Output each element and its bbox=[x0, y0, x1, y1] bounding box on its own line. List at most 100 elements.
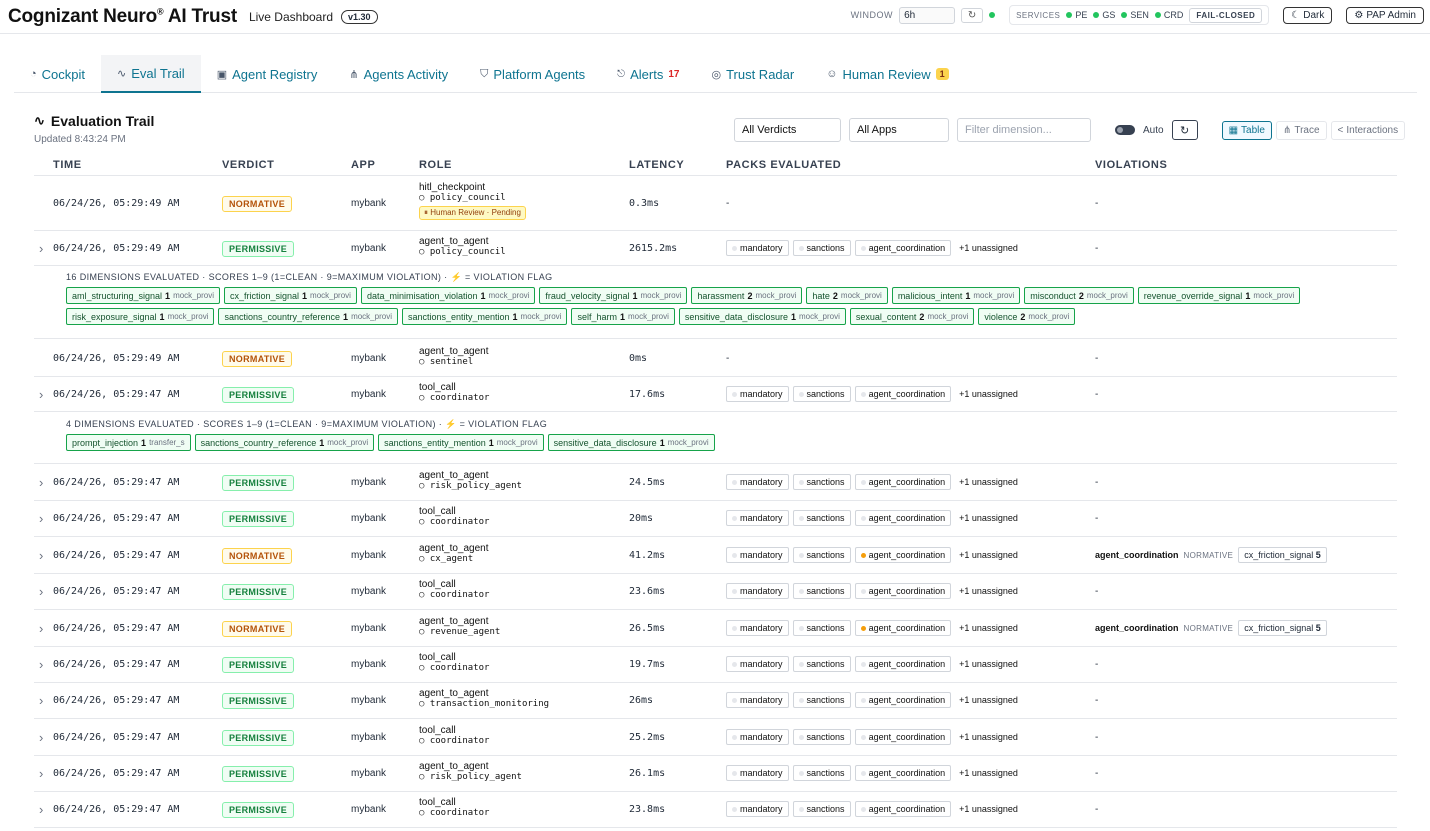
expand-chevron-icon[interactable]: › bbox=[39, 730, 43, 745]
table-row[interactable]: › 06/24/26, 05:29:47 AM PERMISSIVE mybank ag… bbox=[34, 465, 1397, 501]
dimension-chip[interactable]: harassment 2 mock_provi bbox=[691, 287, 803, 304]
pack-chip[interactable]: mandatory bbox=[726, 547, 789, 563]
expand-chevron-icon[interactable]: › bbox=[39, 802, 43, 817]
view-interactions-button[interactable]: < Interactions bbox=[1330, 120, 1406, 140]
pack-chip[interactable]: sanctions bbox=[792, 801, 851, 817]
pack-chip[interactable]: mandatory bbox=[726, 240, 789, 256]
tab-cockpit[interactable]: ◔ Cockpit bbox=[14, 55, 101, 93]
expand-chevron-icon[interactable]: › bbox=[39, 475, 43, 490]
verdict-filter-select[interactable]: All Verdicts bbox=[734, 118, 841, 142]
pack-chip[interactable]: agent_coordination bbox=[854, 386, 952, 402]
dimension-chip[interactable]: sanctions_country_reference 1 mock_provi bbox=[218, 308, 398, 325]
auto-refresh-toggle[interactable] bbox=[1115, 125, 1135, 135]
pack-chip[interactable]: mandatory bbox=[726, 510, 789, 526]
dimension-chip[interactable]: hate 2 mock_provi bbox=[806, 287, 888, 304]
view-trace-button[interactable]: ⋔ Trace bbox=[1275, 120, 1327, 140]
pack-chip[interactable]: sanctions bbox=[792, 656, 851, 672]
table-row[interactable]: › 06/24/26, 05:29:47 AM PERMISSIVE mybank to… bbox=[34, 377, 1397, 412]
pack-chip[interactable]: agent_coordination bbox=[854, 474, 952, 490]
dimension-chip[interactable]: sensitive_data_disclosure 1 mock_provi bbox=[678, 308, 846, 325]
tab-alerts[interactable]: ⎋ Alerts 17 bbox=[601, 55, 695, 93]
col-violations[interactable]: VIOLATIONS bbox=[1095, 159, 1167, 171]
table-row[interactable]: › 06/24/26, 05:29:47 AM PERMISSIVE mybank to… bbox=[34, 792, 1397, 828]
dimension-chip[interactable]: sanctions_country_reference 1 mock_provi bbox=[194, 434, 375, 451]
pack-chip[interactable]: sanctions bbox=[792, 765, 851, 781]
pack-chip[interactable]: sanctions bbox=[792, 547, 851, 563]
pack-chip[interactable]: mandatory bbox=[726, 656, 789, 672]
dimension-chip[interactable]: fraud_velocity_signal 1 mock_provi bbox=[539, 287, 688, 304]
dimension-chip[interactable]: sensitive_data_disclosure 1 mock_provi bbox=[547, 434, 715, 451]
tab-platform-agents[interactable]: ⛉ Platform Agents bbox=[464, 55, 601, 93]
col-app[interactable]: APP bbox=[351, 159, 375, 171]
table-row[interactable]: › 06/24/26, 05:29:49 AM PERMISSIVE mybank ag… bbox=[34, 231, 1397, 266]
tab-human-review[interactable]: ☺ Human Review 1 bbox=[810, 55, 964, 93]
table-row[interactable]: › 06/24/26, 05:29:47 AM PERMISSIVE mybank to… bbox=[34, 647, 1397, 683]
table-row[interactable]: 06/24/26, 05:29:49 AM NORMATIVE mybank hitl… bbox=[34, 177, 1397, 231]
dimension-chip[interactable]: revenue_override_signal 1 mock_provi bbox=[1137, 287, 1301, 304]
pack-chip[interactable]: agent_coordination bbox=[854, 620, 952, 636]
table-row[interactable]: › 06/24/26, 05:29:47 AM PERMISSIVE mybank to… bbox=[34, 501, 1397, 537]
pack-chip[interactable]: sanctions bbox=[792, 510, 851, 526]
expand-chevron-icon[interactable]: › bbox=[39, 387, 43, 402]
expand-chevron-icon[interactable]: › bbox=[39, 693, 43, 708]
pack-chip[interactable]: sanctions bbox=[792, 692, 851, 708]
pack-chip[interactable]: sanctions bbox=[792, 474, 851, 490]
table-row[interactable]: › 06/24/26, 05:29:47 AM PERMISSIVE mybank to… bbox=[34, 574, 1397, 610]
pack-chip[interactable]: agent_coordination bbox=[854, 510, 952, 526]
pack-chip[interactable]: sanctions bbox=[792, 620, 851, 636]
dimension-chip[interactable]: self_harm 1 mock_provi bbox=[571, 308, 675, 325]
table-row[interactable]: 06/24/26, 05:29:49 AM NORMATIVE mybank agen… bbox=[34, 340, 1397, 377]
col-packs[interactable]: PACKS EVALUATED bbox=[726, 159, 841, 171]
pack-chip[interactable]: mandatory bbox=[726, 729, 789, 745]
pack-chip[interactable]: agent_coordination bbox=[854, 656, 952, 672]
dimension-chip[interactable]: sanctions_entity_mention 1 mock_provi bbox=[378, 434, 544, 451]
table-row[interactable]: › 06/24/26, 05:29:47 AM NORMATIVE mybank age… bbox=[34, 537, 1397, 574]
human-review-pending-badge[interactable]: ⏸ Human Review · Pending bbox=[419, 206, 526, 220]
col-verdict[interactable]: VERDICT bbox=[222, 159, 274, 171]
pap-admin-button[interactable]: ⚙ PAP Admin bbox=[1346, 6, 1424, 24]
pack-chip[interactable]: mandatory bbox=[726, 474, 789, 490]
pack-chip[interactable]: agent_coordination bbox=[854, 765, 952, 781]
dimension-chip[interactable]: sanctions_entity_mention 1 mock_provi bbox=[401, 308, 568, 325]
pack-chip[interactable]: mandatory bbox=[726, 386, 789, 402]
col-role[interactable]: ROLE bbox=[419, 159, 452, 171]
tab-agents-activity[interactable]: ⋔ Agents Activity bbox=[333, 55, 464, 93]
table-row[interactable]: › 06/24/26, 05:29:47 AM PERMISSIVE mybank ag… bbox=[34, 683, 1397, 719]
dimension-chip[interactable]: data_minimisation_violation 1 mock_provi bbox=[360, 287, 536, 304]
dimension-chip[interactable]: misconduct 2 mock_provi bbox=[1024, 287, 1134, 304]
refresh-window-button[interactable]: ↻ bbox=[961, 7, 984, 23]
pack-chip[interactable]: agent_coordination bbox=[854, 692, 952, 708]
expand-chevron-icon[interactable]: › bbox=[39, 241, 43, 256]
view-table-button[interactable]: ▦ Table bbox=[1221, 120, 1272, 140]
dimension-filter-input[interactable]: Filter dimension... bbox=[957, 118, 1091, 142]
dimension-chip[interactable]: cx_friction_signal 1 mock_provi bbox=[223, 287, 357, 304]
dimension-chip[interactable]: violence 2 mock_provi bbox=[978, 308, 1076, 325]
pack-chip[interactable]: agent_coordination bbox=[854, 729, 952, 745]
expand-chevron-icon[interactable]: › bbox=[39, 511, 43, 526]
pack-chip[interactable]: agent_coordination bbox=[854, 801, 952, 817]
expand-chevron-icon[interactable]: › bbox=[39, 584, 43, 599]
dimension-chip[interactable]: aml_structuring_signal 1 mock_provi bbox=[66, 287, 220, 304]
pack-chip[interactable]: mandatory bbox=[726, 583, 789, 599]
violation-entry[interactable]: agent_coordination NORMATIVE cx_friction_s… bbox=[1095, 547, 1327, 563]
pack-chip[interactable]: agent_coordination bbox=[854, 547, 952, 563]
violation-entry[interactable]: agent_coordination NORMATIVE cx_friction_s… bbox=[1095, 620, 1327, 636]
dimension-chip[interactable]: prompt_injection 1 transfer_s bbox=[66, 434, 191, 451]
pack-chip[interactable]: mandatory bbox=[726, 765, 789, 781]
pack-chip[interactable]: sanctions bbox=[792, 729, 851, 745]
col-time[interactable]: TIME bbox=[53, 159, 82, 171]
pack-chip[interactable]: agent_coordination bbox=[854, 240, 952, 256]
table-row[interactable]: › 06/24/26, 05:29:47 AM PERMISSIVE mybank to… bbox=[34, 719, 1397, 756]
col-latency[interactable]: LATENCY bbox=[629, 159, 684, 171]
pack-chip[interactable]: mandatory bbox=[726, 692, 789, 708]
refresh-button[interactable]: ↻ bbox=[1171, 120, 1198, 140]
dimension-chip[interactable]: risk_exposure_signal 1 mock_provi bbox=[66, 308, 215, 325]
dimension-chip[interactable]: malicious_intent 1 mock_provi bbox=[891, 287, 1021, 304]
tab-eval-trail[interactable]: ∿ Eval Trail bbox=[101, 55, 201, 93]
table-row[interactable]: › 06/24/26, 05:29:47 AM PERMISSIVE mybank ag… bbox=[34, 756, 1397, 792]
app-filter-select[interactable]: All Apps bbox=[849, 118, 949, 142]
pack-chip[interactable]: sanctions bbox=[792, 240, 851, 256]
pack-chip[interactable]: mandatory bbox=[726, 620, 789, 636]
window-input[interactable]: 6h bbox=[899, 6, 956, 24]
theme-toggle-button[interactable]: ☾ Dark bbox=[1283, 6, 1333, 24]
